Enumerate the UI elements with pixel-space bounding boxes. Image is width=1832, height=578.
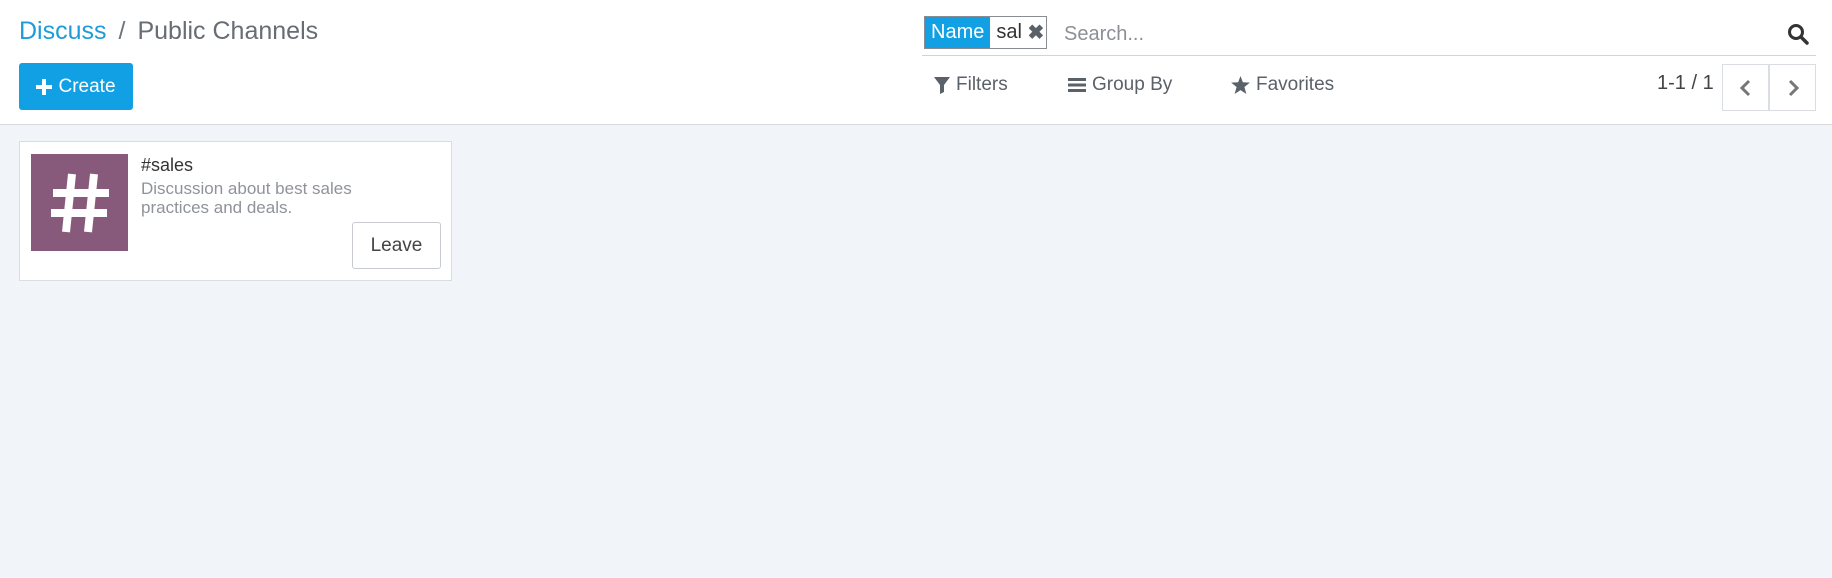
favorites-button[interactable]: Favorites [1231, 70, 1334, 100]
bars-icon [1068, 78, 1086, 92]
search-bar: Name sal ✖ [922, 14, 1816, 56]
search-facet: Name sal ✖ [924, 16, 1047, 49]
control-panel: Discuss / Public Channels Create Name sa… [0, 0, 1832, 125]
plus-icon [36, 78, 53, 95]
group-by-label: Group By [1092, 74, 1173, 95]
star-icon [1231, 76, 1250, 94]
chevron-right-icon [1788, 79, 1799, 96]
chevron-left-icon [1739, 79, 1750, 96]
filters-label: Filters [956, 74, 1008, 95]
search-icon[interactable] [1786, 22, 1810, 46]
search-input[interactable] [1064, 18, 1764, 50]
page-title: Public Channels [137, 16, 319, 45]
channel-description: Discussion about best sales practices an… [141, 179, 352, 217]
breadcrumb-separator: / [118, 16, 126, 45]
filters-button[interactable]: Filters [934, 70, 1008, 100]
pager-value[interactable]: 1-1 / 1 [1657, 72, 1714, 95]
favorites-label: Favorites [1256, 74, 1335, 95]
channel-name[interactable]: #sales [141, 155, 193, 176]
create-button[interactable]: Create [19, 63, 133, 110]
pager-next-button[interactable] [1769, 64, 1816, 111]
filter-icon [934, 77, 950, 94]
breadcrumb-discuss-link[interactable]: Discuss [19, 17, 107, 46]
group-by-button[interactable]: Group By [1068, 70, 1172, 100]
facet-label: Name [925, 17, 991, 48]
facet-value: sal [996, 21, 1022, 43]
create-button-label: Create [58, 75, 116, 97]
channel-card[interactable]: #sales Discussion about best sales pract… [19, 141, 452, 281]
channel-hash-icon [31, 154, 128, 251]
facet-remove-icon[interactable]: ✖ [1026, 17, 1046, 48]
pager-previous-button[interactable] [1722, 64, 1769, 111]
leave-button[interactable]: Leave [352, 222, 441, 269]
breadcrumb: Discuss / Public Channels [19, 14, 318, 48]
